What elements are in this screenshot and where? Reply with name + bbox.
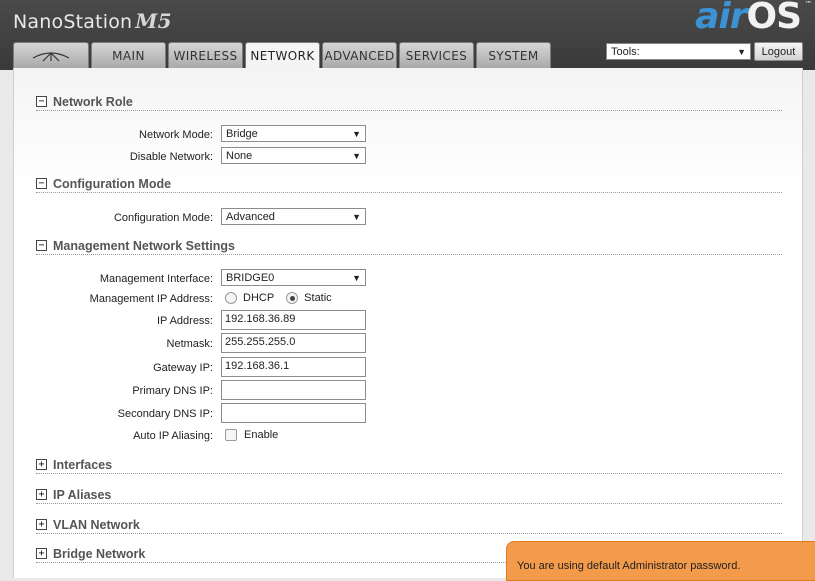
auto-ip-aliasing-checkbox[interactable]	[225, 429, 237, 441]
primary-dns-input[interactable]	[221, 380, 366, 400]
section-network-role[interactable]: − Network Role	[36, 93, 782, 111]
configuration-mode-select[interactable]: Advanced ▼	[221, 208, 366, 225]
ip-address-input[interactable]: 192.168.36.89	[221, 310, 366, 330]
management-interface-value: BRIDGE0	[226, 271, 275, 284]
static-radio[interactable]	[286, 292, 299, 304]
content-panel: − Network Role Network Mode: Bridge ▼ Di…	[13, 68, 803, 578]
section-vlan-network[interactable]: + VLAN Network	[36, 516, 782, 534]
tab-ubiquiti-logo[interactable]	[13, 42, 89, 68]
tab-main[interactable]: MAIN	[91, 42, 166, 68]
network-mode-label: Network Mode:	[139, 129, 213, 141]
management-ip-mode-label: Management IP Address:	[89, 293, 213, 305]
default-password-notice: You are using default Administrator pass…	[506, 541, 815, 581]
airos-logo: airOS ™	[695, 0, 812, 37]
collapse-icon[interactable]: −	[36, 240, 47, 251]
chevron-down-icon: ▼	[352, 150, 361, 161]
tab-services[interactable]: SERVICES	[399, 42, 474, 68]
gateway-ip-label: Gateway IP:	[153, 362, 213, 374]
product-name: NanoStation M5	[13, 9, 172, 33]
ip-mode-radio-group: DHCP Static	[225, 292, 344, 304]
section-title: Interfaces	[53, 457, 113, 472]
section-title: Bridge Network	[53, 546, 146, 561]
expand-icon[interactable]: +	[36, 459, 47, 470]
netmask-label: Netmask:	[166, 338, 213, 350]
collapse-icon[interactable]: −	[36, 178, 47, 189]
network-mode-select[interactable]: Bridge ▼	[221, 125, 366, 142]
section-title: Management Network Settings	[53, 238, 235, 253]
tools-selected-value: Tools:	[611, 45, 640, 58]
logo-trademark: ™	[805, 0, 812, 8]
main-tabs: MAIN WIRELESS NETWORK ADVANCED SERVICES …	[13, 42, 553, 69]
gateway-ip-input[interactable]: 192.168.36.1	[221, 357, 366, 377]
product-title: NanoStation	[13, 11, 133, 33]
disable-network-value: None	[226, 149, 253, 162]
section-interfaces[interactable]: + Interfaces	[36, 456, 782, 474]
logo-os: OS	[746, 0, 802, 37]
chevron-down-icon: ▼	[352, 211, 361, 222]
section-configuration-mode[interactable]: − Configuration Mode	[36, 175, 782, 193]
chevron-down-icon: ▼	[352, 272, 361, 283]
disable-network-select[interactable]: None ▼	[221, 147, 366, 164]
collapse-icon[interactable]: −	[36, 96, 47, 107]
tools-dropdown[interactable]: Tools: ▼	[606, 43, 751, 60]
netmask-input[interactable]: 255.255.255.0	[221, 333, 366, 353]
expand-icon[interactable]: +	[36, 548, 47, 559]
secondary-dns-label: Secondary DNS IP:	[117, 408, 213, 420]
management-interface-label: Management Interface:	[99, 273, 213, 285]
notice-text: You are using default Administrator pass…	[517, 560, 741, 572]
tab-advanced[interactable]: ADVANCED	[322, 42, 397, 68]
configuration-mode-value: Advanced	[226, 210, 275, 223]
dhcp-radio[interactable]	[225, 292, 237, 304]
primary-dns-label: Primary DNS IP:	[132, 385, 213, 397]
logout-button[interactable]: Logout	[754, 42, 803, 61]
disable-network-label: Disable Network:	[129, 151, 213, 163]
tab-system[interactable]: SYSTEM	[476, 42, 551, 68]
section-title: VLAN Network	[53, 517, 140, 532]
expand-icon[interactable]: +	[36, 519, 47, 530]
network-mode-value: Bridge	[226, 127, 258, 140]
ubiquiti-logo-icon	[32, 51, 70, 61]
auto-ip-aliasing-label: Auto IP Aliasing:	[133, 430, 213, 442]
section-ip-aliases[interactable]: + IP Aliases	[36, 486, 782, 504]
product-model: M5	[135, 9, 172, 33]
enable-label: Enable	[244, 429, 279, 441]
section-title: IP Aliases	[53, 487, 112, 502]
section-title: Network Role	[53, 94, 133, 109]
tab-network[interactable]: NETWORK	[245, 42, 320, 69]
ip-address-label: IP Address:	[156, 315, 213, 327]
management-interface-select[interactable]: BRIDGE0 ▼	[221, 269, 366, 286]
dhcp-radio-label: DHCP	[243, 292, 275, 304]
expand-icon[interactable]: +	[36, 489, 47, 500]
chevron-down-icon: ▼	[352, 128, 361, 139]
logo-air: air	[695, 0, 747, 37]
chevron-down-icon: ▼	[737, 46, 746, 57]
configuration-mode-label: Configuration Mode:	[113, 212, 213, 224]
tab-wireless[interactable]: WIRELESS	[168, 42, 243, 68]
static-radio-label: Static	[304, 292, 332, 304]
auto-ip-aliasing-row: Enable	[225, 429, 278, 441]
section-title: Configuration Mode	[53, 176, 172, 191]
secondary-dns-input[interactable]	[221, 403, 366, 423]
section-management-network[interactable]: − Management Network Settings	[36, 237, 782, 255]
